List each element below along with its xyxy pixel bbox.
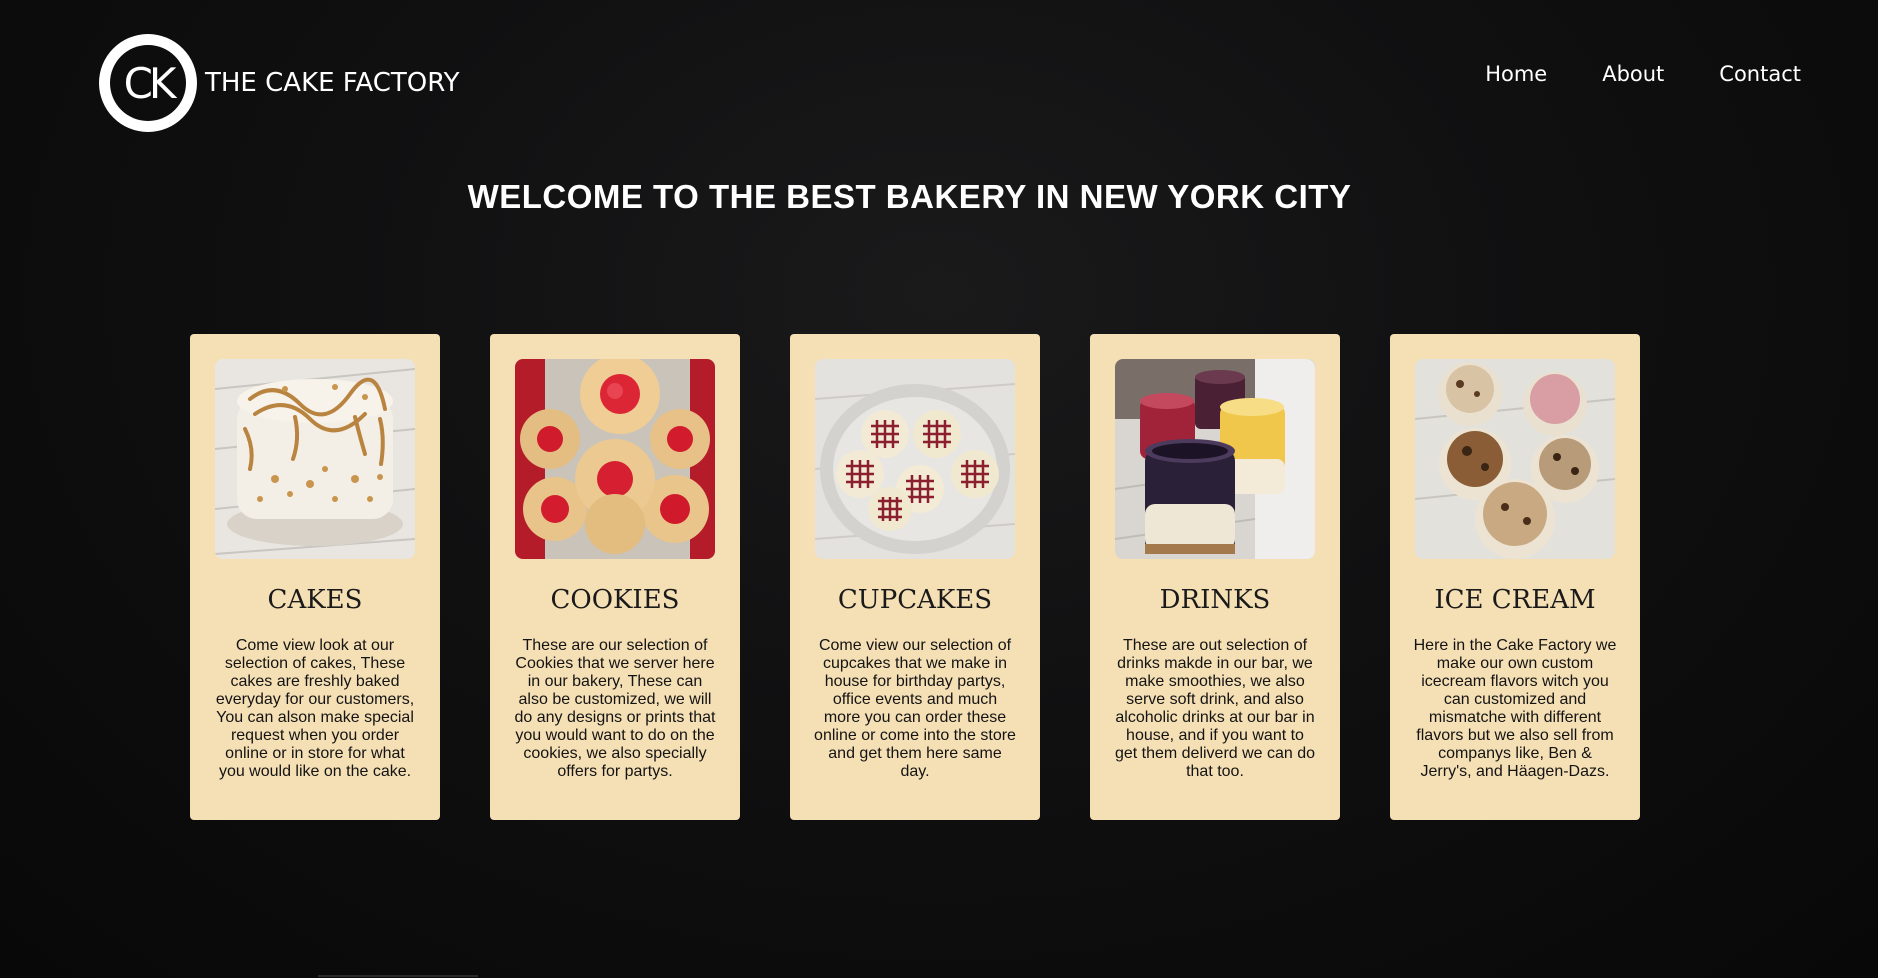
nav-about-link[interactable]: About: [1602, 62, 1664, 86]
card-description: These are out selection of drinks makde …: [1114, 637, 1316, 780]
nav-home-link[interactable]: Home: [1485, 62, 1547, 86]
card-cupcakes: CUPCAKES Come view our selection of cupc…: [790, 334, 1040, 820]
nav-contact-link[interactable]: Contact: [1719, 62, 1801, 86]
cake-photo: [215, 359, 415, 559]
cupcakes-photo: [815, 359, 1015, 559]
page-headline: WELCOME TO THE BEST BAKERY IN NEW YORK C…: [0, 178, 1878, 216]
logo-badge: CK: [99, 34, 197, 132]
card-description: These are our selection of Cookies that …: [514, 637, 716, 780]
product-cards: CAKES Come view look at our selection of…: [190, 334, 1640, 820]
main-nav: Home About Contact: [1485, 62, 1801, 86]
card-title: ICE CREAM: [1434, 585, 1596, 615]
card-cookies: COOKIES These are our selection of Cooki…: [490, 334, 740, 820]
logo-text: THE CAKE FACTORY: [205, 68, 460, 98]
ice-cream-photo: [1415, 359, 1615, 559]
card-title: CUPCAKES: [837, 585, 993, 615]
logo-link[interactable]: CK THE CAKE FACTORY: [99, 34, 460, 132]
drinks-photo: [1115, 359, 1315, 559]
card-description: Here in the Cake Factory we make our own…: [1413, 637, 1617, 780]
card-description: Come view look at our selection of cakes…: [215, 637, 415, 780]
page-headline-text: WELCOME TO THE BEST BAKERY IN NEW YORK C…: [467, 178, 1352, 215]
card-title: DRINKS: [1159, 585, 1271, 615]
card-title: CAKES: [267, 585, 363, 615]
card-drinks: DRINKS These are out selection of drinks…: [1090, 334, 1340, 820]
card-ice-cream: ICE CREAM Here in the Cake Factory we ma…: [1390, 334, 1640, 820]
card-description: Come view our selection of cupcakes that…: [814, 637, 1016, 780]
cookies-photo: [515, 359, 715, 559]
card-title: COOKIES: [550, 585, 680, 615]
scroll-indicator: [318, 975, 478, 977]
logo-initials: CK: [110, 45, 186, 121]
card-cakes: CAKES Come view look at our selection of…: [190, 334, 440, 820]
